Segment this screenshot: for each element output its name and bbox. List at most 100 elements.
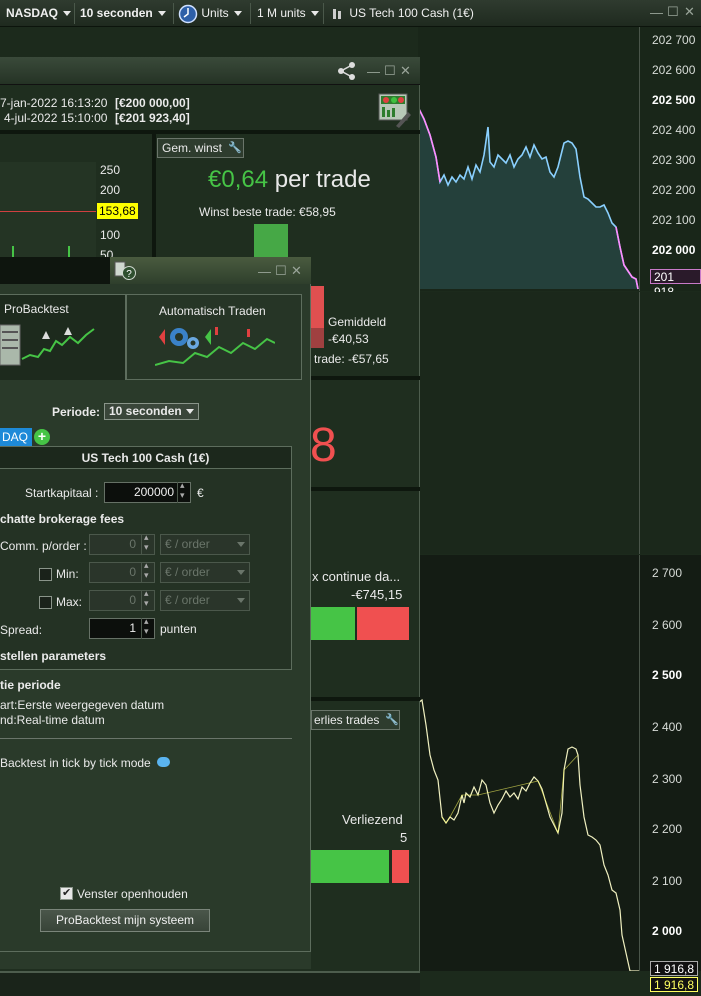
report-start-capital: [€200 000,00] [115,96,190,110]
minimize-icon[interactable]: — [367,65,380,79]
indicator-pane [418,292,701,554]
losing-trades-bar [392,850,409,883]
close-icon[interactable]: ✕ [400,64,411,78]
avg-gain-tab[interactable]: Gem. winst 🔧 [157,138,244,158]
max-checkbox[interactable] [39,596,52,609]
max-stepper[interactable] [141,588,153,611]
period-section-label: tie periode [0,678,61,692]
minimize-icon[interactable]: — [650,6,663,20]
spread-label: Spread: [0,623,43,637]
losing-trades-big-number: 8 [310,419,337,472]
current-price-tag: 201 918 [650,269,701,299]
price-axis-label: 202 200 [652,183,696,197]
mini-axis-current: 153,68 [97,203,138,219]
equity-current-tag-2: 1 916,8 [650,977,699,992]
min-unit-select[interactable]: € / order [160,562,250,583]
consecutive-loss-label: x continue da... [312,569,401,584]
max-unit-select[interactable]: € / order [160,590,250,611]
report-bottom-strip [0,972,420,996]
equity-axis-label: 2 600 [652,618,683,632]
units-selector[interactable]: Units [178,0,242,27]
losing-value: 5 [400,830,408,845]
market-tab[interactable]: DAQ [0,428,32,446]
price-axis-label: 202 700 [652,33,696,47]
start-capital-stepper[interactable] [177,480,189,503]
avg-gain-value: €0,64 per trade [208,166,371,193]
close-icon[interactable]: ✕ [291,264,302,278]
market-selector[interactable]: NASDAQ [6,0,72,27]
maximize-icon[interactable]: ☐ [384,64,396,78]
tab-probacktest[interactable]: ProBacktest [0,294,126,380]
losing-label: Verliezend [342,812,403,827]
dialog-title-left [0,257,110,284]
maximize-icon[interactable]: ☐ [275,264,287,278]
toolbar-divider [173,3,174,24]
keep-window-open-checkbox[interactable] [60,886,73,900]
instrument-icon [333,8,341,19]
commission-stepper[interactable] [141,532,153,555]
equity-current-tag: 1 916,8 [650,961,699,976]
start-period-text: art:Eerste weergegeven datum [0,698,165,712]
toolbar-divider [250,3,251,24]
price-axis-label: 202 000 [652,243,696,257]
period-select[interactable]: 10 seconden [104,403,199,420]
instrument-header: US Tech 100 Cash (1€) [0,447,291,469]
price-axis-label: 202 500 [652,93,696,107]
toolbar-divider [323,3,324,24]
loss-trades-tab[interactable]: erlies trades 🔧 [311,710,400,730]
best-trade-bar [254,224,288,258]
help-icon[interactable]: ? [114,261,136,281]
minimize-icon[interactable]: — [258,265,271,279]
avg-loss-label: Gemiddeld [328,315,387,329]
share-icon[interactable] [337,61,357,81]
loss-ratio-bar [357,607,409,640]
info-bubble-icon[interactable] [157,757,171,767]
worst-trade-bar [311,328,324,348]
start-capital-label: Startkapitaal : [25,486,99,500]
probacktest-chart-icon [0,324,95,366]
close-icon[interactable]: ✕ [684,5,695,19]
chevron-down-icon [63,11,72,17]
automatic-trading-gears-icon [155,327,275,366]
tab-automatic-trading[interactable]: Automatisch Traden [126,294,302,380]
units-value-selector[interactable]: 1 M units [257,0,319,27]
maximize-icon[interactable]: ☐ [667,5,679,19]
equity-axis-label: 2 700 [652,566,683,580]
axis-divider [639,555,640,971]
axis-divider [639,27,640,291]
axis-divider [639,292,640,554]
report-end-capital: [€201 923,40] [115,111,190,125]
avg-loss-bar [311,286,324,328]
toolbar-divider [74,3,75,24]
dialog-bottom-strip [0,951,311,969]
wrench-icon[interactable]: 🔧 [228,141,242,154]
equity-axis-label: 2 400 [652,720,683,734]
add-market-icon[interactable]: + [34,429,50,445]
svg-text:?: ? [126,269,132,280]
keep-window-open-label: Venster openhouden [77,887,188,901]
commission-unit-select[interactable]: € / order [160,534,250,555]
wrench-icon[interactable]: 🔧 [385,713,399,726]
equity-axis-label: 2 100 [652,874,683,888]
chevron-down-icon [237,542,245,547]
min-label: Min: [56,567,79,581]
equity-axis-label: 2 300 [652,772,683,786]
spread-unit-label: punten [160,622,197,636]
report-settings-icon[interactable] [378,92,412,128]
chevron-down-icon [237,570,245,575]
win-ratio-bar [311,607,355,640]
average-line [0,211,96,212]
chevron-down-icon [186,409,194,414]
period-selector[interactable]: 10 seconden [80,0,166,27]
spread-stepper[interactable] [141,616,153,639]
price-axis-label: 202 300 [652,153,696,167]
run-probacktest-button[interactable]: ProBacktest mijn systeem [40,909,210,932]
min-stepper[interactable] [141,560,153,583]
tick-mode-option[interactable]: Backtest in tick by tick mode [0,756,171,770]
mini-axis-label: 100 [100,228,121,242]
top-toolbar: NASDAQ 10 seconden Units 1 M units US Te… [0,0,701,27]
winning-trades-bar [311,850,389,883]
min-checkbox[interactable] [39,568,52,581]
consecutive-loss-value: -€745,15 [351,587,403,602]
worst-trade-text: trade: -€57,65 [314,352,389,366]
